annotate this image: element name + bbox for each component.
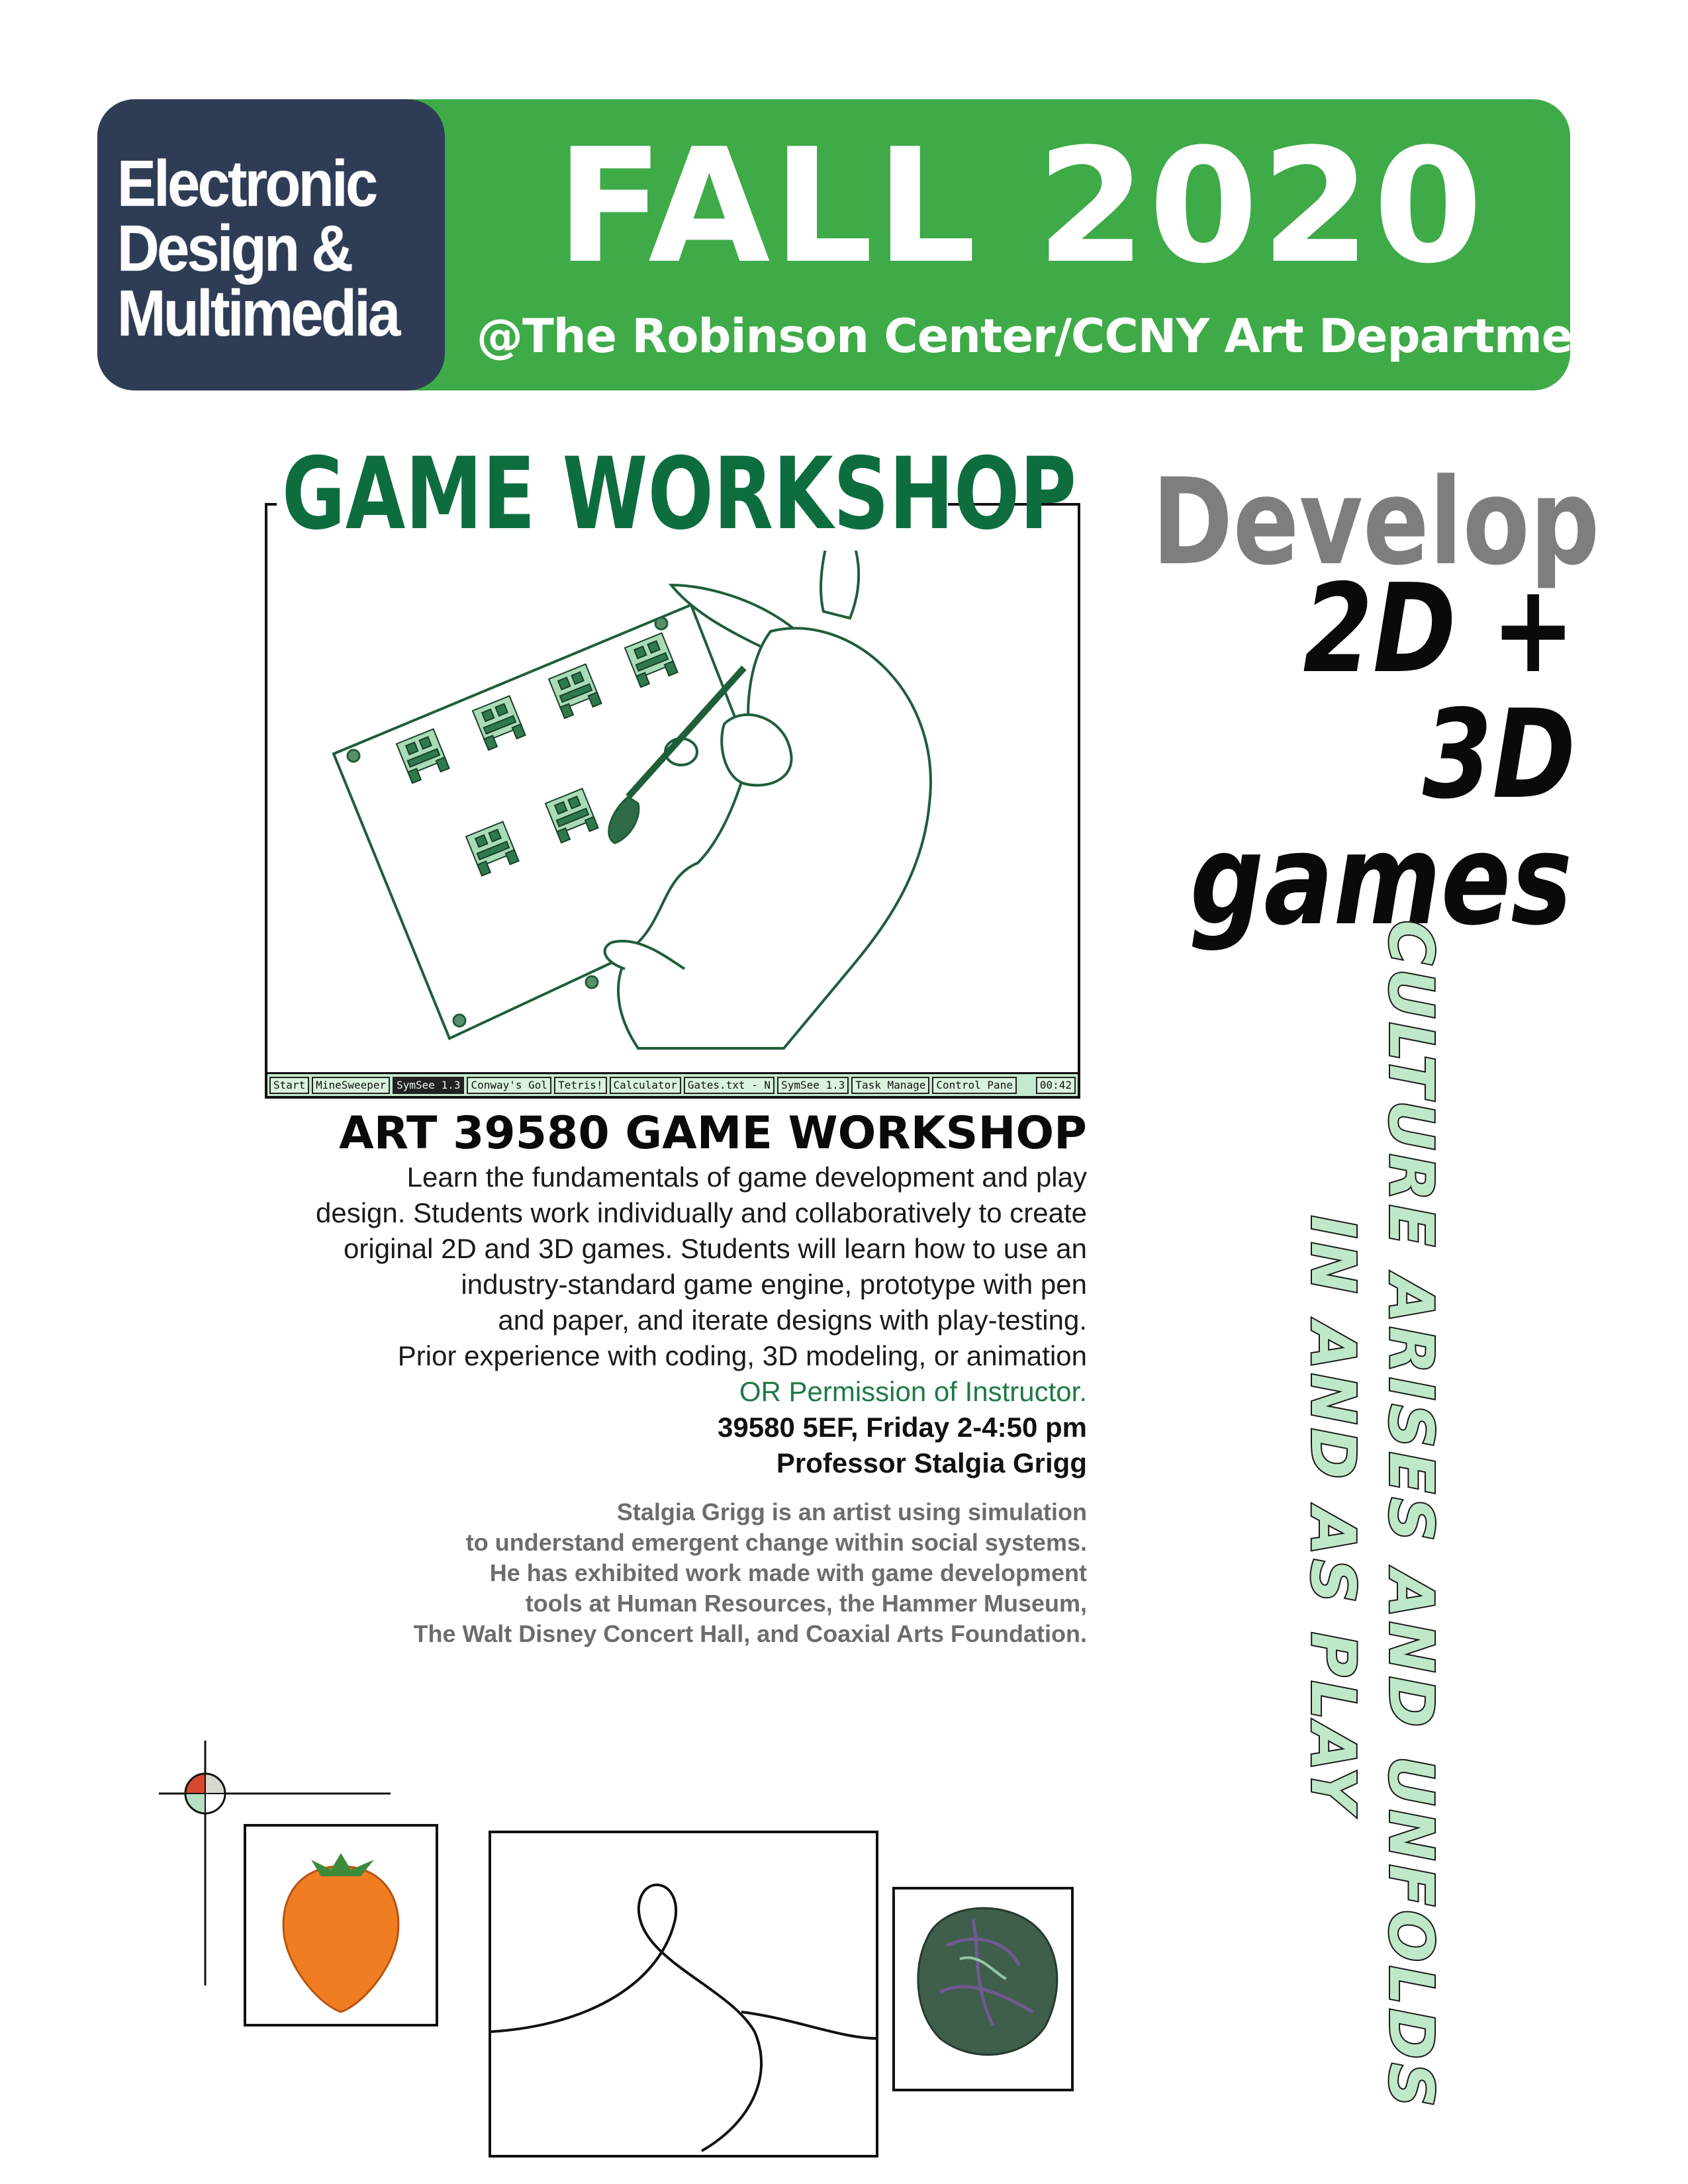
taskbar-start-button[interactable]: Start [269, 1076, 310, 1094]
bio-line: He has exhibited work made with game dev… [489, 1559, 1087, 1586]
venue-subtitle: @The Robinson Center/CCNY Art Department [477, 309, 1627, 363]
rock-icon [917, 1907, 1058, 2056]
department-line-2: Design & [117, 212, 353, 285]
bio-line: Stalgia Grigg is an artist using simulat… [616, 1498, 1087, 1525]
taskbar-item[interactable]: Task Manage [851, 1076, 930, 1094]
illustration-frame: Start MineSweeper SymSee 1.3 Conway's Go… [265, 503, 1080, 1099]
bio-line: tools at Human Resources, the Hammer Mus… [525, 1590, 1087, 1617]
rabbit-illustration [332, 510, 932, 1050]
course-description: Learn the fundamentals of game developme… [199, 1160, 1087, 1481]
board-pin-icon [585, 975, 599, 989]
course-instructor: Professor Stalgia Grigg [776, 1447, 1087, 1479]
taskbar-item[interactable]: Conway's Gol [467, 1076, 552, 1094]
department-box: Electronic Design & Multimedia [97, 99, 445, 390]
headline-2d: 2D + [1303, 557, 1575, 700]
board-pin-icon [346, 749, 361, 763]
bottom-graphics [159, 1741, 1074, 2158]
taskbar-item[interactable]: Calculator [609, 1076, 681, 1094]
curve-frame [489, 1831, 878, 2158]
taskbar-item[interactable]: Gates.txt - N [683, 1076, 775, 1094]
description-line: design. Students work individually and c… [316, 1197, 1087, 1228]
description-line: and paper, and iterate designs with play… [498, 1304, 1087, 1336]
description-line: Learn the fundamentals of game developme… [406, 1161, 1087, 1193]
taskbar-item[interactable]: MineSweeper [312, 1076, 391, 1094]
description-line: industry-standard game engine, prototype… [461, 1269, 1087, 1300]
taskbar-item[interactable]: Control Pane [932, 1076, 1017, 1094]
taskbar-clock: 00:42 [1035, 1076, 1076, 1094]
department-line-3: Multimedia [117, 277, 400, 349]
taskbar: Start MineSweeper SymSee 1.3 Conway's Go… [267, 1072, 1078, 1096]
board-pin-icon [654, 616, 669, 631]
prerequisite-note: OR Permission of Instructor. [739, 1376, 1087, 1407]
course-title: ART 39580 GAME WORKSHOP [339, 1107, 1087, 1160]
bio-line: to understand emergent change within soc… [465, 1529, 1087, 1556]
department-line-1: Electronic [117, 147, 378, 220]
taskbar-item[interactable]: SymSee 1.3 [777, 1076, 849, 1094]
instructor-bio: Stalgia Grigg is an artist using simulat… [199, 1497, 1087, 1649]
taskbar-item[interactable]: Tetris! [554, 1076, 607, 1094]
headline-3d: 3D [1422, 683, 1575, 826]
workshop-title: GAME WORKSHOP [277, 438, 1076, 551]
board-pin-icon [452, 1013, 467, 1028]
taskbar-item[interactable]: SymSee 1.3 [393, 1076, 465, 1094]
course-schedule: 39580 5EF, Friday 2-4:50 pm [718, 1412, 1087, 1443]
season-title: FALL 2020 [556, 115, 1486, 298]
description-line: Prior experience with coding, 3D modelin… [397, 1340, 1087, 1371]
description-line: original 2D and 3D games. Students will … [344, 1233, 1087, 1264]
bio-line: The Walt Disney Concert Hall, and Coaxia… [413, 1620, 1087, 1647]
